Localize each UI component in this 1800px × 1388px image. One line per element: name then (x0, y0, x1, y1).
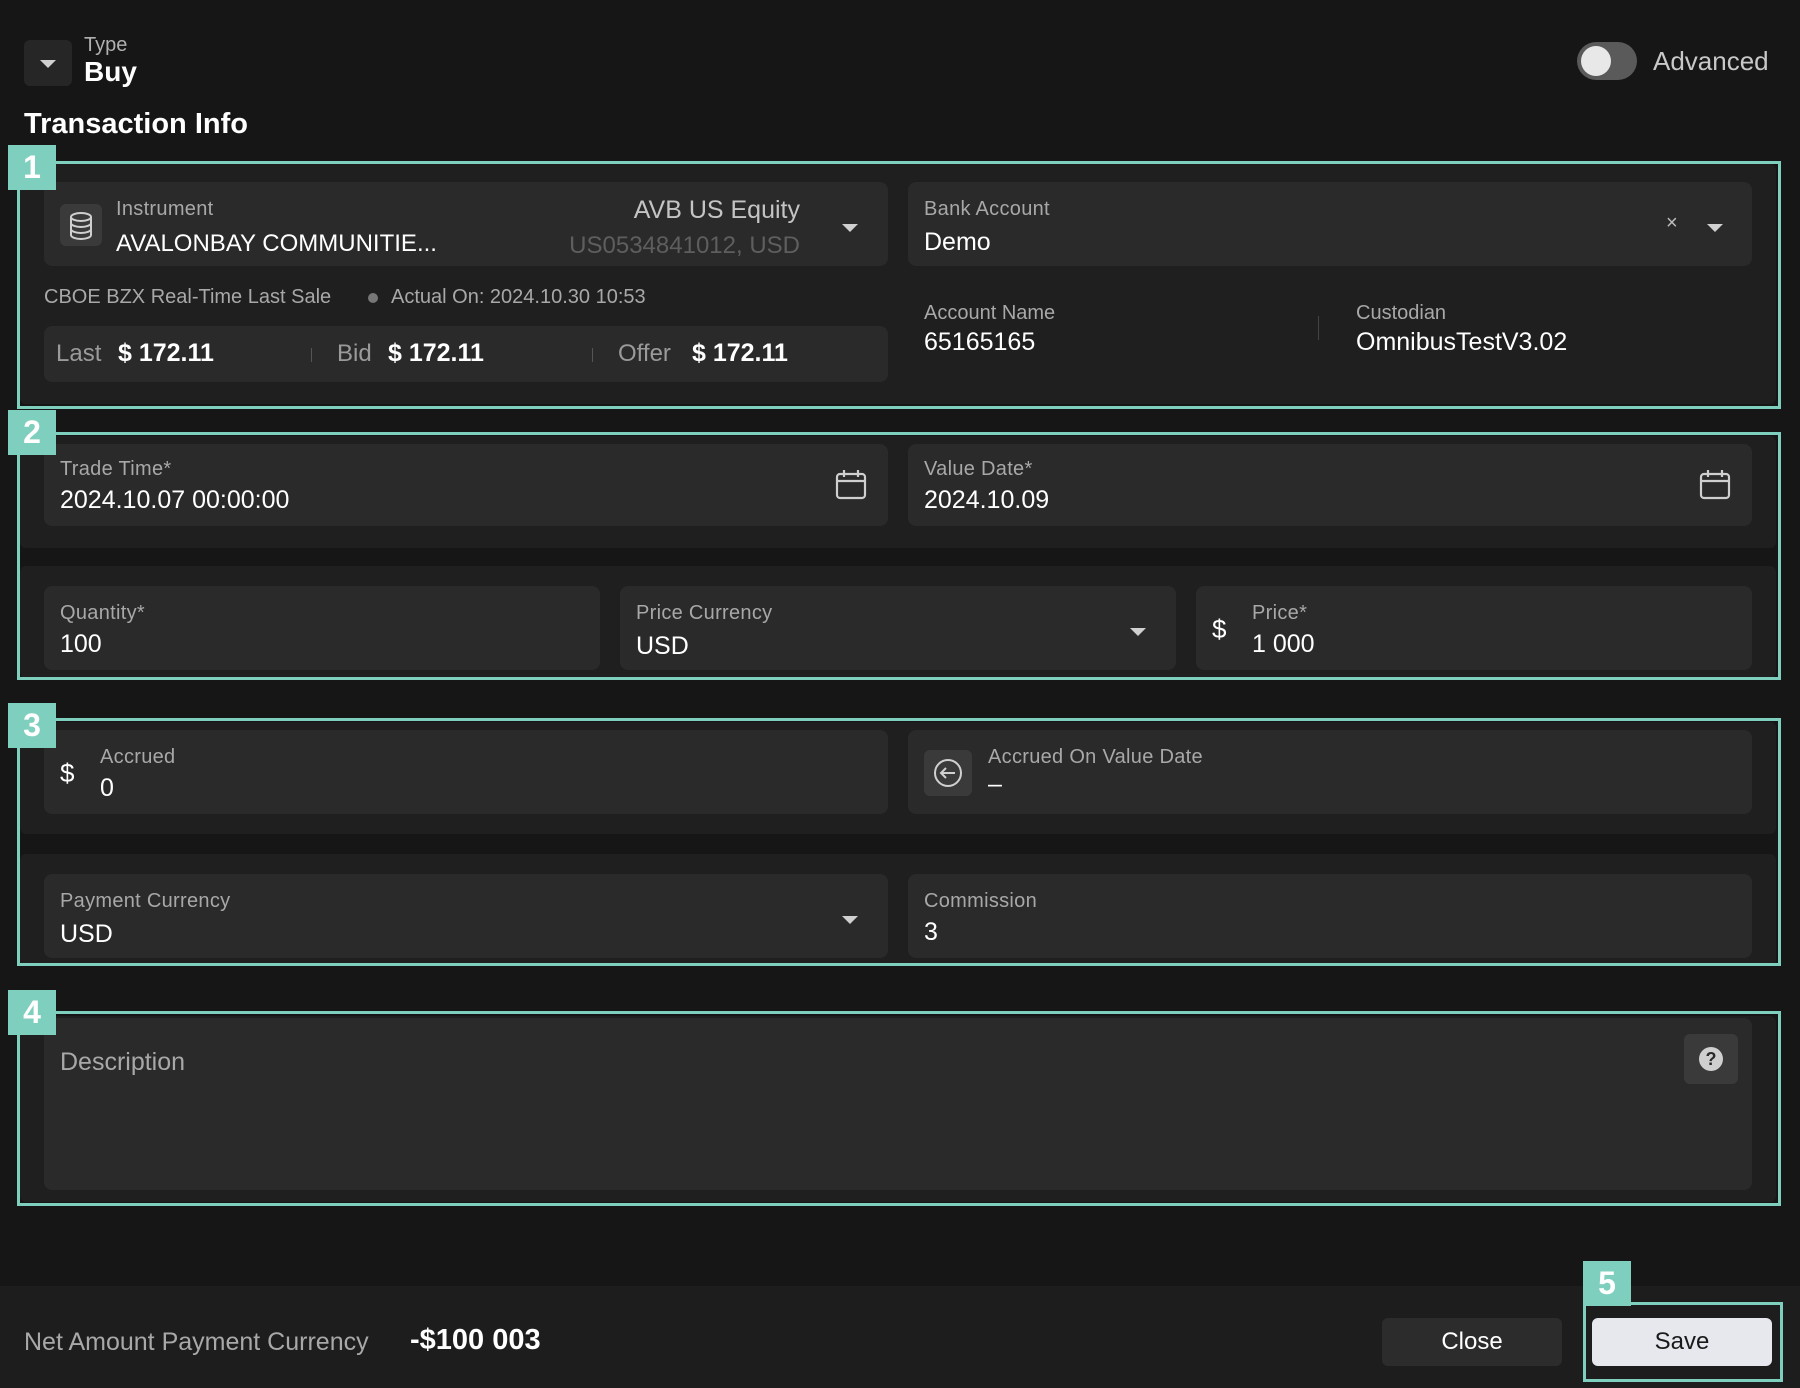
close-button[interactable]: Close (1382, 1318, 1562, 1366)
price-field[interactable]: $ Price* 1 000 (1196, 586, 1752, 670)
payment-currency-select[interactable]: Payment Currency USD (44, 874, 888, 958)
accrued-on-value-date-label: Accrued On Value Date (988, 746, 1203, 768)
save-button[interactable]: Save (1592, 1318, 1772, 1366)
price-currency-label: Price Currency (636, 602, 773, 624)
type-label: Type (84, 34, 128, 56)
badge-4: 4 (8, 990, 56, 1035)
bid-label: Bid (337, 340, 372, 367)
quote-actual-on: Actual On: 2024.10.30 10:53 (391, 286, 646, 308)
net-amount-label: Net Amount Payment Currency (24, 1328, 369, 1356)
calendar-icon[interactable] (834, 468, 868, 507)
chevron-down-icon[interactable] (1130, 628, 1146, 636)
account-name-value: 65165165 (924, 328, 1036, 356)
price-label: Price* (1252, 602, 1308, 624)
price-value: 1 000 (1252, 630, 1315, 658)
value-date-label: Value Date* (924, 458, 1033, 480)
arrow-left-circle-icon[interactable] (924, 750, 972, 796)
description-placeholder: Description (60, 1048, 186, 1076)
payment-currency-label: Payment Currency (60, 890, 231, 912)
trade-time-label: Trade Time* (60, 458, 172, 480)
quantity-label: Quantity* (60, 602, 145, 624)
help-glyph: ? (1699, 1047, 1723, 1071)
badge-5: 5 (1583, 1261, 1631, 1306)
custodian-value: OmnibusTestV3.02 (1356, 328, 1568, 356)
commission-value: 3 (924, 918, 938, 946)
custodian-label: Custodian (1356, 302, 1447, 324)
bid-value: $ 172.11 (388, 339, 484, 367)
quote-source: CBOE BZX Real-Time Last Sale (44, 286, 332, 308)
price-currency-select[interactable]: Price Currency USD (620, 586, 1176, 670)
accrued-field[interactable]: $ Accrued 0 (44, 730, 888, 814)
offer-value: $ 172.11 (692, 339, 788, 367)
commission-field[interactable]: Commission 3 (908, 874, 1752, 958)
accrued-label: Accrued (100, 746, 176, 768)
accrued-value: 0 (100, 774, 114, 802)
bank-account-label: Bank Account (924, 198, 1050, 220)
dollar-icon: $ (1212, 614, 1227, 644)
chevron-down-icon[interactable] (1707, 224, 1723, 232)
chevron-down-icon[interactable] (842, 224, 858, 232)
status-dot-icon (368, 293, 378, 303)
badge-2: 2 (8, 410, 56, 455)
quantity-value: 100 (60, 630, 102, 658)
clear-icon[interactable]: × (1666, 212, 1678, 235)
accrued-on-value-date-value: – (988, 770, 1002, 798)
last-label: Last (56, 340, 102, 367)
bank-account-select[interactable]: Bank Account Demo × (908, 182, 1752, 266)
payment-currency-value: USD (60, 920, 113, 948)
toggle-knob (1581, 46, 1611, 76)
description-textarea[interactable]: Description ? (44, 1018, 1752, 1190)
trade-time-value: 2024.10.07 00:00:00 (60, 486, 290, 514)
accrued-on-value-date-field[interactable]: Accrued On Value Date – (908, 730, 1752, 814)
instrument-isin: US0534841012, USD (569, 232, 800, 259)
instrument-label: Instrument (116, 198, 214, 220)
offer-label: Offer (618, 340, 671, 367)
trade-time-field[interactable]: Trade Time* 2024.10.07 00:00:00 (44, 444, 888, 526)
account-name-label: Account Name (924, 302, 1056, 324)
quote-bar: Last $ 172.11 Bid $ 172.11 Offer $ 172.1… (44, 326, 888, 382)
net-amount-value: -$100 003 (410, 1324, 541, 1356)
badge-1: 1 (8, 145, 56, 190)
calendar-icon[interactable] (1698, 468, 1732, 507)
type-dropdown-button[interactable] (24, 40, 72, 86)
section-title: Transaction Info (24, 108, 248, 140)
value-date-field[interactable]: Value Date* 2024.10.09 (908, 444, 1752, 526)
last-value: $ 172.11 (118, 339, 214, 367)
badge-3: 3 (8, 703, 56, 748)
chevron-down-icon (40, 60, 56, 68)
value-date-value: 2024.10.09 (924, 486, 1050, 514)
instrument-name: AVALONBAY COMMUNITIE... (116, 230, 437, 257)
price-currency-value: USD (636, 632, 689, 660)
quantity-field[interactable]: Quantity* 100 (44, 586, 600, 670)
divider (311, 348, 312, 362)
divider (1318, 316, 1319, 340)
coins-stack-icon (60, 204, 102, 246)
instrument-ticker: AVB US Equity (633, 196, 800, 224)
help-icon[interactable]: ? (1684, 1034, 1738, 1084)
divider (592, 348, 593, 362)
advanced-toggle[interactable] (1577, 42, 1637, 80)
dollar-icon: $ (60, 758, 75, 788)
type-value: Buy (84, 56, 137, 87)
commission-label: Commission (924, 890, 1038, 912)
instrument-select[interactable]: Instrument AVALONBAY COMMUNITIE... AVB U… (44, 182, 888, 266)
advanced-label: Advanced (1653, 46, 1769, 76)
bank-account-value: Demo (924, 228, 991, 256)
chevron-down-icon[interactable] (842, 916, 858, 924)
